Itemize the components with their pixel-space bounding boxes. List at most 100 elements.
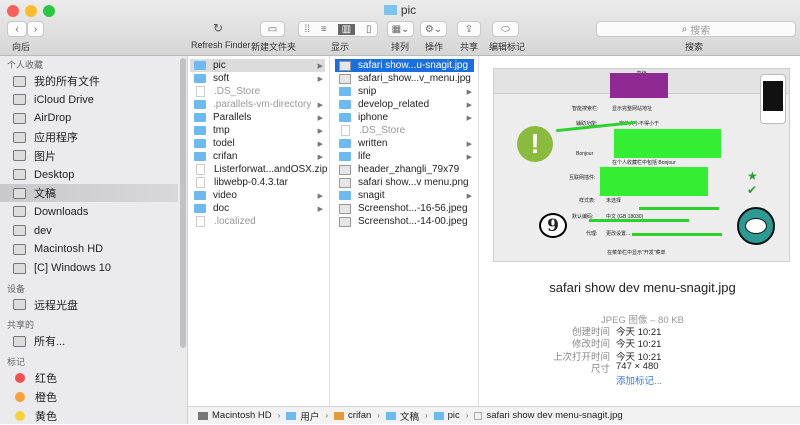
sidebar-item[interactable]: AirDrop [0, 109, 178, 127]
file-row[interactable]: Screenshot...-16-56.jpeg [335, 202, 474, 215]
sidebar-item[interactable]: 橙色 [0, 388, 178, 406]
file-row[interactable]: .DS_Store [335, 124, 474, 137]
search-input[interactable]: ⌕ 搜索 [596, 21, 796, 37]
sidebar-section-header: 个人收藏 [7, 60, 44, 70]
chevron-right-icon: ▶ [466, 101, 472, 109]
file-row[interactable]: life ▶ [335, 150, 474, 163]
folder-icon [194, 74, 206, 83]
sidebar-item[interactable]: Desktop [0, 166, 178, 184]
file-row[interactable]: pic ▶ [190, 59, 325, 72]
folder-icon [339, 100, 351, 109]
file-row[interactable]: libwebp-0.4.3.tar [190, 176, 325, 189]
sidebar-scrollbar[interactable] [180, 58, 186, 348]
file-row[interactable]: safari show...u-snagit.jpg [335, 59, 474, 72]
sidebar-item[interactable]: 应用程序 [0, 128, 178, 146]
window-toolbar: pic ‹ › 向后 ↻ Refresh Finder ▭ 新建文件夹 ⁞⁞ ≡ ▥… [0, 0, 800, 56]
file-row[interactable]: .localized [190, 215, 325, 228]
chevron-left-icon: ‹ [15, 23, 19, 35]
icon-view-icon[interactable]: ⁞⁞ [304, 24, 310, 35]
sidebar-section-header: 设备 [7, 283, 26, 294]
chevron-right-icon: ▶ [317, 140, 323, 148]
sidebar-item[interactable]: 黄色 [0, 407, 178, 425]
file-name: todel [213, 138, 235, 149]
image-file-icon [339, 60, 351, 71]
file-row[interactable]: tmp ▶ [190, 124, 325, 137]
sidebar-item[interactable]: 文稿 [0, 184, 178, 203]
sidebar-item[interactable]: 远程光盘 [0, 296, 178, 314]
file-row[interactable]: .parallels-vm-directory ▶ [190, 98, 325, 111]
folder-icon [339, 191, 351, 200]
sidebar-item-label: Desktop [34, 168, 75, 181]
path-segment[interactable]: crifan [334, 410, 371, 421]
chevron-right-icon: ▶ [466, 140, 472, 148]
file-row[interactable]: snagit ▶ [335, 189, 474, 202]
file-row[interactable]: Listerforwat...andOSX.zip [190, 163, 327, 176]
sidebar-item-label: 图片 [34, 150, 56, 163]
sidebar-item[interactable]: Downloads [0, 203, 178, 221]
file-row[interactable]: safari_show...v_menu.jpg [335, 72, 474, 85]
file-row[interactable]: safari show...v menu.png [335, 176, 474, 189]
location-icon [13, 187, 26, 199]
file-row[interactable]: soft ▶ [190, 72, 325, 85]
refresh-icon[interactable]: ↻ [213, 21, 223, 35]
location-icon [13, 243, 26, 255]
metadata-key: 尺寸 [590, 363, 610, 375]
path-segment[interactable]: Macintosh HD [198, 410, 272, 421]
edit-tags-button[interactable]: ⬭ [492, 21, 519, 37]
sidebar-item-label: 文稿 [34, 188, 56, 201]
sidebar-section-header: 共享的 [7, 320, 35, 331]
forward-button[interactable]: › [27, 21, 44, 37]
file-name: tmp [213, 125, 230, 136]
file-row[interactable]: Parallels ▶ [190, 111, 325, 124]
new-folder-button[interactable]: ▭ [260, 21, 285, 37]
arrange-button[interactable]: ▦⌄ [387, 21, 414, 37]
column-view-icon[interactable]: ▥ [337, 23, 356, 35]
chevron-right-icon: ▶ [317, 75, 323, 83]
action-button[interactable]: ⚙⌄ [420, 21, 447, 37]
sidebar-item[interactable]: [C] Windows 10 [0, 259, 178, 277]
file-row[interactable]: develop_related ▶ [335, 98, 474, 111]
sidebar-item-label: Macintosh HD [34, 243, 104, 256]
sidebar-item[interactable]: dev [0, 222, 178, 240]
path-segment[interactable]: pic [433, 410, 460, 421]
sidebar-item-label: Downloads [34, 205, 89, 218]
image-file-icon [339, 177, 351, 188]
file-row[interactable]: .DS_Store [190, 85, 325, 98]
sidebar-item[interactable]: iCloud Drive [0, 91, 178, 109]
sidebar-item-label: 我的所有文件 [34, 76, 100, 88]
gear-icon: ⚙⌄ [424, 23, 443, 35]
gallery-view-icon[interactable]: ▯ [366, 24, 372, 35]
refresh-finder-button[interactable]: Refresh Finder [191, 40, 251, 50]
file-row[interactable]: snip ▶ [335, 85, 474, 98]
path-segment[interactable]: safari show dev menu-snagit.jpg [474, 410, 623, 421]
file-row[interactable]: iphone ▶ [335, 111, 474, 124]
window-title: pic [0, 3, 800, 17]
file-row[interactable]: doc ▶ [190, 202, 325, 215]
file-row[interactable]: video ▶ [190, 189, 325, 202]
file-row[interactable]: crifan ▶ [190, 150, 325, 163]
path-bar: Macintosh HD › 用户 › crifan › 文稿 › pic › safari sho… [188, 406, 800, 424]
sidebar-item[interactable]: 图片 [0, 147, 178, 165]
file-name: .parallels-vm-directory [213, 99, 312, 110]
view-switcher[interactable]: ⁞⁞ ≡ ▥ ▯ [298, 21, 378, 37]
share-button[interactable]: ⇪ [457, 21, 481, 37]
chevron-right-icon: ▶ [317, 101, 323, 109]
folder-icon [194, 113, 206, 122]
file-row[interactable]: header_zhangli_79x79 [335, 163, 474, 176]
add-tags-link[interactable]: 添加标记... [616, 373, 662, 387]
list-view-icon[interactable]: ≡ [321, 24, 327, 35]
preview-filename: safari show dev menu-snagit.jpg [549, 280, 736, 295]
path-segment[interactable]: 文稿 [385, 409, 419, 423]
file-row[interactable]: Screenshot...-14-00.jpeg [335, 215, 474, 228]
file-name: iphone [358, 112, 389, 123]
path-segment[interactable]: 用户 [286, 409, 319, 423]
file-row[interactable]: written ▶ [335, 137, 474, 150]
sidebar-item-label: 黄色 [35, 410, 57, 423]
back-button[interactable]: ‹ [7, 21, 27, 37]
sidebar-item[interactable]: 我的所有文件 [0, 72, 178, 90]
sidebar-item[interactable]: Macintosh HD [0, 240, 178, 258]
folder-icon [286, 411, 297, 420]
file-row[interactable]: todel ▶ [190, 137, 325, 150]
sidebar-item[interactable]: 所有... [0, 332, 178, 350]
sidebar-item[interactable]: 红色 [0, 369, 178, 387]
